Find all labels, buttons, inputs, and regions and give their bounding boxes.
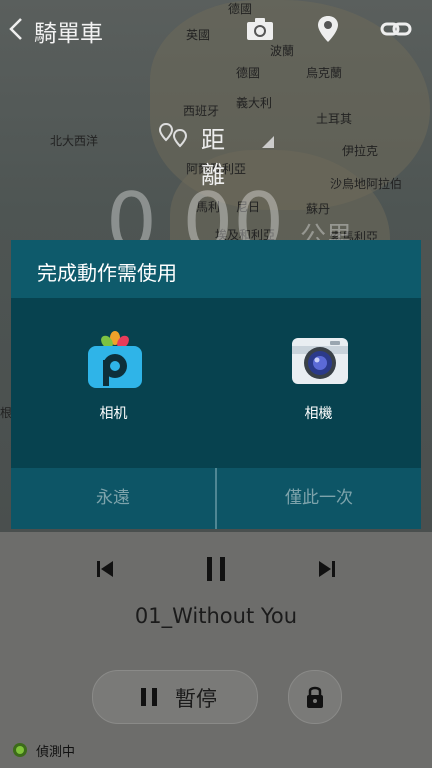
map-label: 西班牙 <box>183 104 220 118</box>
map-label: 土耳其 <box>316 112 353 126</box>
map-label: 蘇丹 <box>306 202 331 216</box>
picsart-app-icon <box>88 331 142 388</box>
page-title: 騎單車 <box>34 21 103 47</box>
top-bar: 騎單車 <box>0 0 432 58</box>
dialog-footer: 永遠 僅此一次 <box>11 468 421 529</box>
track-title: 01_Without You <box>134 604 298 628</box>
camera-icon[interactable] <box>244 14 276 44</box>
map-label: 沙烏地阿拉伯 <box>330 177 403 191</box>
dialog-title: 完成動作需使用 <box>37 261 177 285</box>
just-once-button[interactable]: 僅此一次 <box>217 468 421 529</box>
gps-status-icon <box>13 743 27 757</box>
app-chooser-dialog: 完成動作需使用 相机 相機 永遠 僅此一次 <box>11 240 421 529</box>
always-button[interactable]: 永遠 <box>11 468 215 529</box>
next-track-icon[interactable] <box>312 554 342 584</box>
map-label: 德國 <box>236 66 261 80</box>
lock-icon <box>307 686 323 708</box>
pause-icon <box>141 688 157 706</box>
pause-label: 暫停 <box>175 687 217 711</box>
pause-icon[interactable] <box>201 554 231 584</box>
map-label: 伊拉克 <box>342 144 379 158</box>
app-option-camera[interactable]: 相機 <box>216 300 421 466</box>
app-label: 相机 <box>99 406 128 422</box>
previous-track-icon[interactable] <box>90 554 120 584</box>
lock-button[interactable] <box>288 670 342 724</box>
dialog-header: 完成動作需使用 <box>11 240 421 298</box>
map-label: 義大利 <box>236 96 273 110</box>
music-player: 01_Without You 暫停 偵測中 <box>0 532 432 768</box>
dropdown-triangle-icon <box>262 136 274 148</box>
back-icon[interactable] <box>6 16 28 42</box>
location-pin-icon[interactable] <box>312 14 344 44</box>
gps-status-text: 偵測中 <box>36 745 76 760</box>
link-icon[interactable] <box>380 14 412 44</box>
camera-app-icon <box>292 338 348 384</box>
map-label: 北大西洋 <box>50 134 99 148</box>
map-label: 烏克蘭 <box>306 66 343 80</box>
pause-workout-button[interactable]: 暫停 <box>92 670 258 724</box>
route-pin-icon <box>158 122 188 148</box>
app-option-picsart[interactable]: 相机 <box>11 300 216 466</box>
app-label: 相機 <box>304 406 333 422</box>
